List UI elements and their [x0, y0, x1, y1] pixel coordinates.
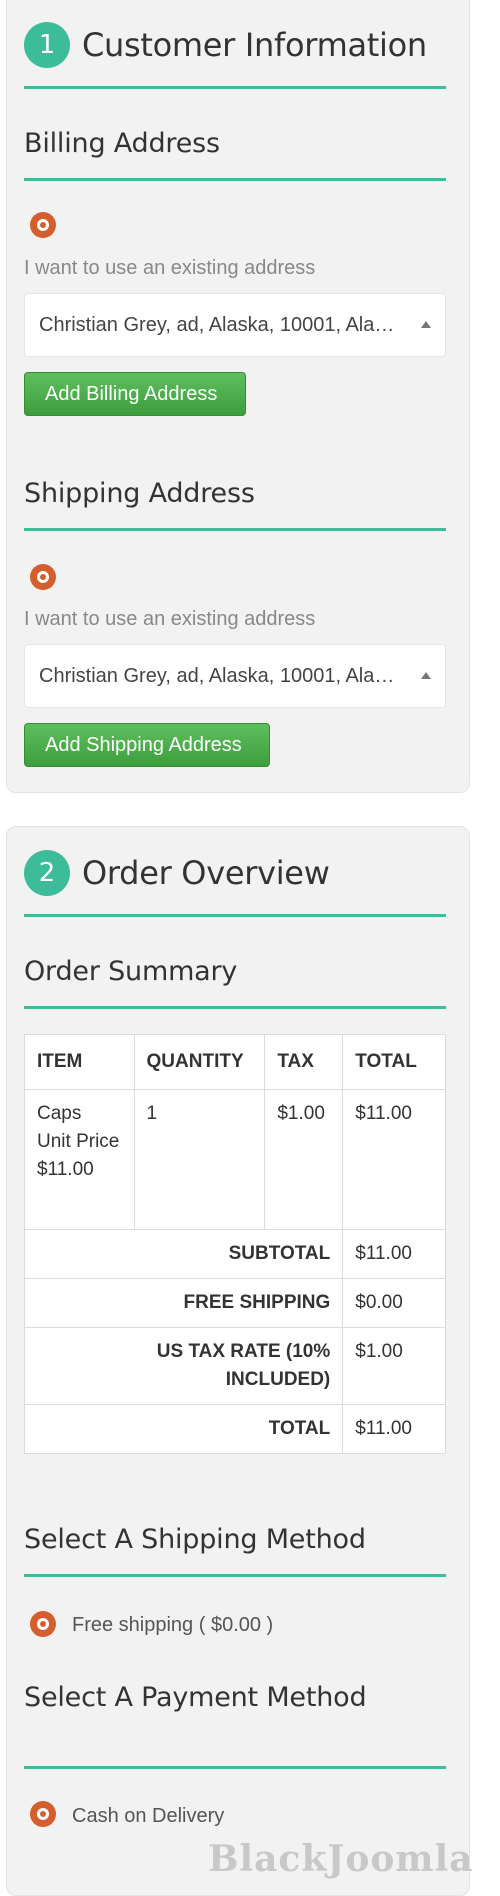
subtotal-value: $11.00 — [342, 1229, 446, 1279]
billing-divider — [24, 178, 446, 181]
column-header-tax: TAX — [264, 1034, 344, 1090]
subtotal-row: SUBTOTAL $11.00 — [23, 1229, 446, 1279]
order-summary-divider — [24, 1006, 446, 1009]
cash-on-delivery-label[interactable]: Cash on Delivery — [72, 1805, 224, 1828]
total-value: $11.00 — [342, 1404, 446, 1454]
add-billing-address-button[interactable]: Add Billing Address — [24, 372, 246, 416]
shipping-existing-radio[interactable] — [30, 564, 56, 590]
shipping-label: FREE SHIPPING — [23, 1278, 344, 1328]
shipping-row: FREE SHIPPING $0.00 — [23, 1278, 446, 1328]
payment-method-heading: Select A Payment Method — [24, 1682, 367, 1713]
shipping-method-heading: Select A Shipping Method — [24, 1524, 366, 1555]
billing-existing-label: I want to use an existing address — [24, 257, 316, 279]
step-1-badge: 1 — [24, 22, 70, 68]
watermark-logo: BlackJoomla — [208, 1838, 474, 1880]
item-unit-label: Unit Price — [37, 1131, 120, 1152]
subtotal-label: SUBTOTAL — [23, 1229, 344, 1279]
tax-value: $1.00 — [342, 1327, 446, 1405]
step-2-divider — [24, 914, 446, 917]
step-2-header: 2 Order Overview — [24, 850, 330, 896]
billing-address-value: Christian Grey, ad, Alaska, 10001, Alaba… — [39, 313, 395, 336]
step-1-title: Customer Information — [82, 26, 427, 64]
shipping-existing-label: I want to use an existing address — [24, 608, 316, 630]
tax-label: US TAX RATE (10% INCLUDED) — [23, 1327, 344, 1405]
shipping-address-heading: Shipping Address — [24, 478, 255, 509]
item-tax: $1.00 — [264, 1089, 344, 1230]
billing-address-select[interactable]: Christian Grey, ad, Alaska, 10001, Alaba… — [24, 293, 446, 357]
step-1-header: 1 Customer Information — [24, 22, 427, 68]
shipping-value: $0.00 — [342, 1278, 446, 1328]
total-row: TOTAL $11.00 — [23, 1404, 446, 1454]
step-2-badge: 2 — [24, 850, 70, 896]
billing-existing-radio[interactable] — [30, 212, 56, 238]
column-header-quantity: QUANTITY — [133, 1034, 266, 1090]
shipping-address-select[interactable]: Christian Grey, ad, Alaska, 10001, Alaba… — [24, 644, 446, 708]
total-label: TOTAL — [23, 1404, 344, 1454]
item-total: $11.00 — [342, 1089, 446, 1230]
table-header-row: ITEM QUANTITY TAX TOTAL — [24, 1034, 446, 1090]
billing-address-heading: Billing Address — [24, 128, 220, 159]
add-shipping-address-button[interactable]: Add Shipping Address — [24, 723, 270, 767]
free-shipping-label[interactable]: Free shipping ( $0.00 ) — [72, 1614, 273, 1637]
item-name: Caps — [37, 1103, 82, 1124]
order-summary-heading: Order Summary — [24, 956, 238, 987]
shipping-method-divider — [24, 1574, 446, 1577]
order-summary-table: ITEM QUANTITY TAX TOTAL Caps Unit Price … — [23, 1034, 446, 1454]
item-quantity: 1 — [133, 1089, 266, 1230]
caret-up-icon — [421, 321, 431, 328]
step-1-divider — [24, 86, 446, 89]
tax-row: US TAX RATE (10% INCLUDED) $1.00 — [23, 1327, 446, 1405]
caret-up-icon — [421, 672, 431, 679]
column-header-total: TOTAL — [342, 1034, 446, 1090]
table-row: Caps Unit Price $11.00 1 $1.00 $11.00 — [24, 1089, 446, 1230]
shipping-divider — [24, 528, 446, 531]
payment-method-divider — [24, 1766, 446, 1769]
item-cell: Caps Unit Price $11.00 — [24, 1089, 135, 1230]
item-unit-price: $11.00 — [37, 1159, 94, 1180]
shipping-address-value: Christian Grey, ad, Alaska, 10001, Alaba… — [39, 664, 395, 687]
cash-on-delivery-radio[interactable] — [30, 1801, 56, 1827]
free-shipping-radio[interactable] — [30, 1611, 56, 1637]
step-2-title: Order Overview — [82, 854, 330, 892]
column-header-item: ITEM — [24, 1034, 135, 1090]
